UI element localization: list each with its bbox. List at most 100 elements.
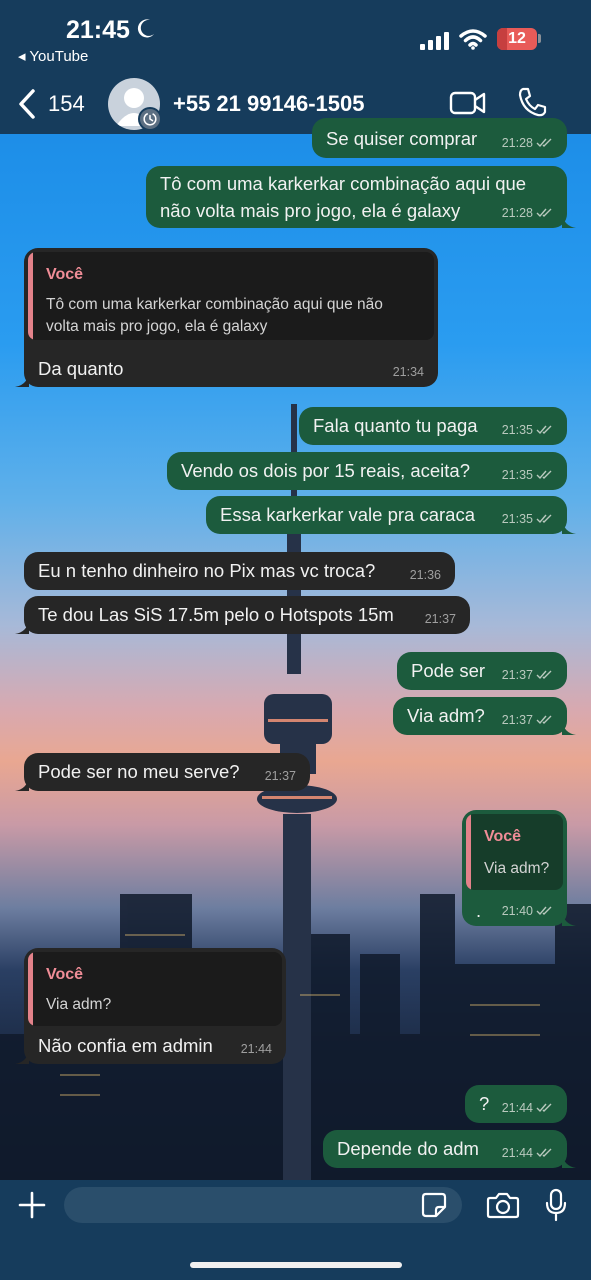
bubble-tail xyxy=(562,520,576,534)
message-bubble-outgoing[interactable]: Essa karkerkar vale pra caraca 21:35 xyxy=(206,496,576,534)
message-bubble-outgoing[interactable]: Se quiser comprar 21:28 xyxy=(312,118,567,158)
message-bubble-outgoing[interactable]: Via adm? 21:37 xyxy=(393,697,576,735)
double-check-icon xyxy=(536,138,552,148)
message-meta: 21:28 xyxy=(502,206,553,220)
double-check-icon xyxy=(536,670,552,680)
message-bubble-outgoing[interactable]: Depende do adm 21:44 xyxy=(323,1130,576,1168)
message-text: Via adm? xyxy=(407,705,485,726)
quote-accent-bar xyxy=(466,814,471,890)
message-time: 21:44 xyxy=(501,1101,533,1115)
message-meta: 21:37 xyxy=(265,769,296,783)
message-bubble-incoming[interactable]: Você Via adm? Não confia em admin 21:44 xyxy=(15,948,286,1064)
message-time: 21:35 xyxy=(501,512,533,526)
phone-icon[interactable] xyxy=(517,86,547,118)
quote-text: Via adm? xyxy=(484,860,550,877)
bubble-tail xyxy=(562,214,576,228)
plus-icon[interactable] xyxy=(17,1190,47,1220)
bubble-tail xyxy=(562,912,576,926)
double-check-icon xyxy=(536,1148,552,1158)
video-camera-icon[interactable] xyxy=(449,90,487,116)
home-indicator[interactable] xyxy=(190,1262,402,1268)
message-meta: 21:36 xyxy=(410,568,441,582)
quote-text: Tô com uma karkerkar combinação aqui que… xyxy=(46,296,383,313)
quoted-message[interactable]: Você Tô com uma karkerkar combinação aqu… xyxy=(28,252,434,340)
status-time: 21:45 xyxy=(66,16,130,44)
message-text: Fala quanto tu paga xyxy=(313,415,478,436)
message-meta: 21:40 xyxy=(502,904,553,918)
double-check-icon xyxy=(536,906,552,916)
message-time: 21:44 xyxy=(240,1042,272,1056)
quote-author: Você xyxy=(46,266,84,283)
double-check-icon xyxy=(536,514,552,524)
moon-icon xyxy=(137,19,154,38)
message-text: Depende do adm xyxy=(337,1138,479,1159)
message-meta: 21:35 xyxy=(502,512,553,526)
message-bubble-incoming[interactable]: Te dou Las SiS 17.5m pelo o Hotspots 15m… xyxy=(15,596,470,634)
battery-level: 12 xyxy=(508,30,526,47)
message-meta: 21:37 xyxy=(425,612,456,626)
wifi-icon xyxy=(459,29,487,50)
message-time: 21:37 xyxy=(501,668,533,682)
message-meta: 21:35 xyxy=(502,468,553,482)
camera-icon[interactable] xyxy=(486,1191,520,1219)
contact-name[interactable]: +55 21 99146-1505 xyxy=(173,91,364,117)
message-meta: 21:37 xyxy=(502,713,553,727)
message-time: 21:37 xyxy=(501,713,533,727)
message-text: ? xyxy=(479,1093,490,1114)
message-bubble-outgoing[interactable]: Fala quanto tu paga 21:35 xyxy=(299,407,567,445)
cellular-signal-icon xyxy=(420,32,449,50)
message-time: 21:37 xyxy=(424,612,456,626)
quoted-message[interactable]: Você Via adm? xyxy=(28,952,282,1026)
message-bubble-outgoing[interactable]: Tô com uma karkerkar combinação aqui que… xyxy=(146,166,576,228)
message-meta: 21:28 xyxy=(502,136,553,150)
message-text: Pode ser xyxy=(411,660,486,681)
message-text: Essa karkerkar vale pra caraca xyxy=(220,504,475,525)
message-text: Se quiser comprar xyxy=(326,128,478,149)
quote-accent-bar xyxy=(28,252,33,340)
message-bubble-outgoing[interactable]: Vendo os dois por 15 reais, aceita? 21:3… xyxy=(167,452,567,490)
microphone-icon[interactable] xyxy=(545,1188,567,1222)
quoted-message[interactable]: Você Via adm? xyxy=(466,814,563,890)
message-bubble-incoming[interactable]: Você Tô com uma karkerkar combinação aqu… xyxy=(15,248,438,387)
message-meta: 21:44 xyxy=(241,1042,272,1056)
sticker-icon[interactable] xyxy=(420,1191,448,1219)
message-bubble-incoming[interactable]: Pode ser no meu serve? 21:37 xyxy=(15,753,310,791)
message-text: Te dou Las SiS 17.5m pelo o Hotspots 15m xyxy=(38,604,394,625)
message-text: Eu n tenho dinheiro no Pix mas vc troca? xyxy=(38,560,376,581)
back-to-app-link[interactable]: ◂ YouTube xyxy=(18,47,88,65)
message-text: Pode ser no meu serve? xyxy=(38,761,240,782)
message-text: Tô com uma karkerkar combinação aqui que xyxy=(160,173,527,194)
disappearing-timer-icon xyxy=(138,107,162,131)
chevron-left-icon[interactable] xyxy=(16,88,38,120)
message-time: 21:34 xyxy=(392,365,424,379)
message-text: Vendo os dois por 15 reais, aceita? xyxy=(181,460,470,481)
bubble-tail xyxy=(15,777,29,791)
message-bubble-outgoing[interactable]: ? 21:44 xyxy=(465,1085,567,1123)
message-time: 21:36 xyxy=(409,568,441,582)
message-time: 21:44 xyxy=(501,1146,533,1160)
unread-count[interactable]: 154 xyxy=(48,91,85,117)
message-meta: 21:34 xyxy=(393,365,424,379)
double-check-icon xyxy=(536,715,552,725)
message-time: 21:37 xyxy=(264,769,296,783)
message-time: 21:35 xyxy=(501,423,533,437)
bubble-tail xyxy=(562,1154,576,1168)
double-check-icon xyxy=(536,208,552,218)
bubble-tail xyxy=(15,620,29,634)
message-time: 21:40 xyxy=(501,904,533,918)
double-check-icon xyxy=(536,1103,552,1113)
quote-author: Você xyxy=(46,966,84,983)
quote-text-line2: volta mais pro jogo, ela é galaxy xyxy=(46,318,268,335)
message-bubble-outgoing[interactable]: Você Via adm? . 21:40 xyxy=(462,810,576,926)
double-check-icon xyxy=(536,470,552,480)
message-bubble-incoming[interactable]: Eu n tenho dinheiro no Pix mas vc troca?… xyxy=(24,552,455,590)
bubble-tail xyxy=(15,1050,29,1064)
quote-text: Via adm? xyxy=(46,996,112,1013)
message-time: 21:28 xyxy=(501,206,533,220)
message-time: 21:28 xyxy=(501,136,533,150)
message-input[interactable] xyxy=(64,1187,462,1223)
message-bubble-outgoing[interactable]: Pode ser 21:37 xyxy=(397,652,567,690)
battery-cap xyxy=(538,34,541,43)
message-meta: 21:37 xyxy=(502,668,553,682)
double-check-icon xyxy=(536,425,552,435)
